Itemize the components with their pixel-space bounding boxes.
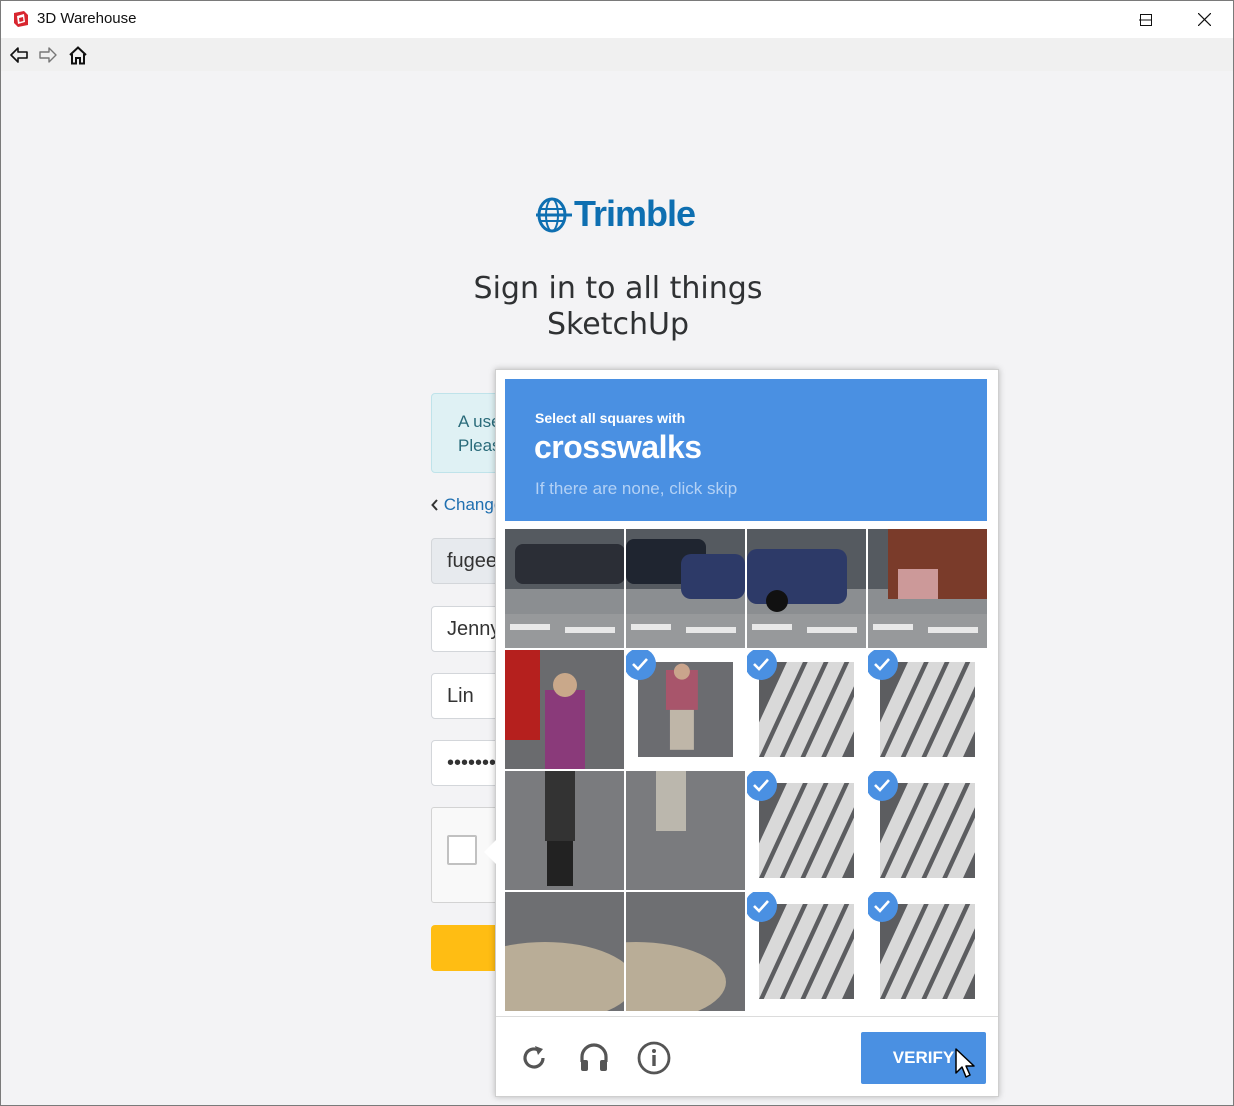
tile-image	[868, 529, 987, 648]
grid-tile[interactable]	[626, 529, 745, 648]
trimble-logo: Trimble	[536, 193, 706, 237]
grid-tile[interactable]	[505, 650, 624, 769]
tile-image	[747, 529, 866, 648]
info-icon	[637, 1041, 671, 1075]
audio-icon	[580, 1043, 608, 1071]
grid-tile[interactable]	[505, 529, 624, 648]
recaptcha-challenge: Select all squares with crosswalks If th…	[484, 369, 999, 1097]
popup-pointer	[484, 840, 496, 864]
challenge-target: crosswalks	[534, 429, 702, 465]
tile-image	[505, 771, 624, 890]
close-icon	[1197, 13, 1211, 26]
page-title-line1: Sign in to all things	[473, 271, 763, 306]
chevron-left-icon	[431, 499, 438, 511]
trimble-logo-text: Trimble	[574, 193, 696, 234]
grid-tile[interactable]	[505, 771, 624, 890]
tile-image	[759, 662, 854, 757]
tile-image	[638, 662, 733, 757]
maximize-icon	[1140, 13, 1152, 26]
close-button[interactable]	[1175, 1, 1233, 38]
home-icon	[69, 45, 87, 64]
mouse-cursor-icon	[955, 1048, 975, 1078]
forward-button[interactable]	[36, 43, 60, 67]
grid-tile[interactable]	[626, 650, 745, 769]
info-button[interactable]	[637, 1041, 671, 1075]
reload-button[interactable]	[517, 1041, 551, 1075]
grid-tile[interactable]	[868, 892, 987, 1011]
challenge-hint: If there are none, click skip	[535, 479, 738, 498]
title-bar: 3D Warehouse	[1, 1, 1233, 38]
challenge-header: Select all squares with crosswalks If th…	[505, 379, 987, 521]
grid-tile[interactable]	[868, 650, 987, 769]
tile-image	[880, 904, 975, 999]
grid-tile[interactable]	[505, 892, 624, 1011]
grid-tile[interactable]	[868, 529, 987, 648]
tile-image	[505, 529, 624, 648]
app-window: 3D Warehouse Trimble Sign in to all thin…	[0, 0, 1234, 1106]
grid-tile[interactable]	[747, 529, 866, 648]
grid-tile[interactable]	[868, 771, 987, 890]
page-title: Sign in to all things SketchUp	[418, 271, 818, 343]
reload-icon	[523, 1046, 545, 1069]
window-title: 3D Warehouse	[37, 10, 137, 27]
trimble-globe-icon	[536, 197, 572, 233]
grid-tile[interactable]	[747, 892, 866, 1011]
maximize-button[interactable]	[1117, 1, 1175, 38]
nav-toolbar	[1, 38, 1233, 71]
sketchup-app-icon	[14, 11, 28, 27]
challenge-instruction: Select all squares with	[535, 410, 686, 426]
tile-image	[759, 783, 854, 878]
tile-image	[759, 904, 854, 999]
home-button[interactable]	[66, 43, 90, 67]
tile-image	[880, 783, 975, 878]
tile-image	[626, 892, 745, 1011]
tile-image	[880, 662, 975, 757]
grid-tile[interactable]	[747, 771, 866, 890]
recaptcha-checkbox[interactable]	[447, 835, 477, 865]
grid-tile[interactable]	[626, 771, 745, 890]
challenge-footer: VERIFY	[496, 1016, 998, 1097]
tile-image	[626, 771, 745, 890]
forward-arrow-icon	[39, 47, 57, 63]
grid-tile[interactable]	[626, 892, 745, 1011]
back-arrow-icon	[10, 47, 28, 63]
image-grid	[505, 529, 989, 1011]
tile-image	[505, 892, 624, 1011]
tile-image	[626, 529, 745, 648]
tile-image	[505, 650, 624, 769]
change-email-link[interactable]: Change	[431, 495, 503, 515]
page-title-line2: SketchUp	[546, 307, 690, 342]
grid-tile[interactable]	[747, 650, 866, 769]
back-button[interactable]	[7, 43, 31, 67]
audio-button[interactable]	[577, 1041, 611, 1075]
